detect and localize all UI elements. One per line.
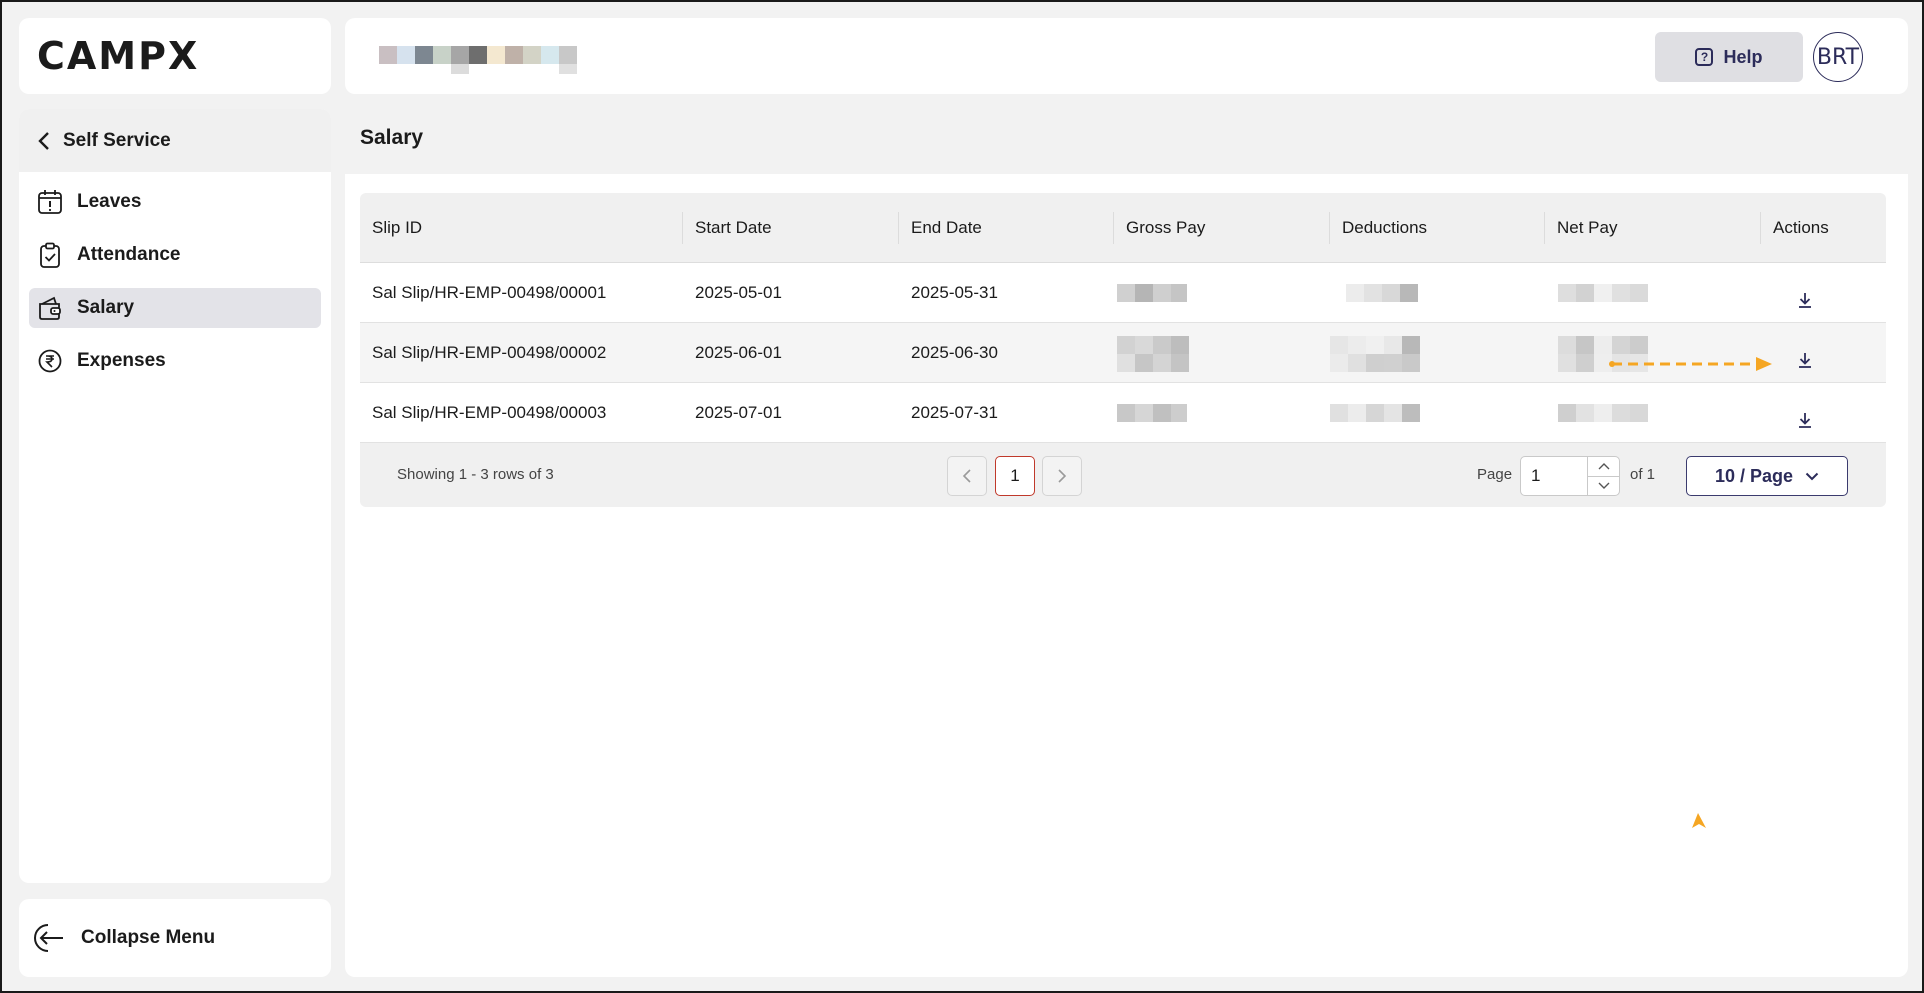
sidebar-item-attendance[interactable]: Attendance [29,235,321,275]
end-date-cell: 2025-06-30 [911,342,998,362]
actions-cell [1761,263,1886,322]
company-logo-blurred [379,46,577,74]
sidebar-item-salary[interactable]: Salary [29,288,321,328]
main-content: Slip ID Start Date End Date Gross Pay De… [345,174,1908,977]
rows-summary: Showing 1 - 3 rows of 3 [397,466,554,483]
salary-table: Slip ID Start Date End Date Gross Pay De… [360,193,1886,507]
sidebar-item-expenses[interactable]: Expenses [29,341,321,381]
actions-cell [1761,383,1886,442]
self-service-label: Self Service [63,129,171,151]
rupee-circle-icon [37,348,63,374]
column-header-slip-id[interactable]: Slip ID [360,211,683,244]
page-number-button[interactable]: 1 [995,456,1035,496]
slip-id-cell: Sal Slip/HR-EMP-00498/00003 [372,402,607,422]
logo-panel: CAMPX [19,18,331,94]
wallet-icon [37,295,63,321]
chevron-right-icon [1058,469,1067,483]
sidebar-nav: Leaves Attendance Salary Expenses [19,172,331,381]
chevron-down-icon [1805,472,1819,480]
stepper-up-button[interactable] [1588,457,1619,477]
deductions-cell-redacted [1330,383,1545,442]
net-pay-cell-redacted [1545,383,1761,442]
end-date-cell: 2025-07-31 [911,402,998,422]
table-header: Slip ID Start Date End Date Gross Pay De… [360,193,1886,263]
column-header-end-date[interactable]: End Date [899,211,1114,244]
sidebar-item-label: Attendance [77,244,181,265]
column-header-actions: Actions [1773,217,1829,237]
question-icon: ? [1695,48,1714,66]
self-service-back-button[interactable]: Self Service [19,109,331,172]
deductions-cell-redacted [1330,323,1545,382]
per-page-label: 10 / Page [1714,465,1794,486]
gross-pay-cell-redacted [1114,323,1330,382]
end-date-cell: 2025-05-31 [911,282,998,302]
collapse-menu-label: Collapse Menu [81,927,216,948]
net-pay-cell-redacted [1545,323,1761,382]
column-header-start-date[interactable]: Start Date [683,211,899,244]
start-date-cell: 2025-05-01 [695,282,782,302]
avatar[interactable]: BRT [1813,32,1863,82]
table-row[interactable]: Sal Slip/HR-EMP-00498/00003 2025-07-01 2… [360,383,1886,443]
download-icon[interactable] [1795,410,1815,430]
download-icon[interactable] [1795,290,1815,310]
page-label: Page [1477,466,1513,483]
chevron-up-icon [1598,463,1609,470]
header: ? Help BRT [345,18,1908,94]
column-header-gross-pay[interactable]: Gross Pay [1114,211,1330,244]
help-label: Help [1723,46,1763,67]
page-input-value: 1 [1531,466,1541,485]
prev-page-button[interactable] [947,456,987,496]
sidebar-item-leaves[interactable]: Leaves [29,182,321,222]
chevron-down-icon [1598,482,1609,489]
collapse-arrow-icon [34,924,63,952]
actions-cell [1761,323,1886,382]
sidebar-item-label: Leaves [77,191,142,212]
page-stepper [1587,457,1619,495]
chevron-left-icon [962,469,971,483]
clipboard-check-icon [37,242,63,268]
column-header-net-pay[interactable]: Net Pay [1545,211,1761,244]
next-page-button[interactable] [1042,456,1082,496]
sidebar: Self Service Leaves Attendance Salary Ex… [19,109,331,883]
sidebar-item-label: Salary [77,297,135,318]
calendar-alert-icon [37,189,63,215]
total-pages-label: of 1 [1630,466,1656,483]
pagination-bar: Showing 1 - 3 rows of 3 1 Page 1 of 1 10… [360,443,1886,507]
slip-id-cell: Sal Slip/HR-EMP-00498/00001 [372,282,607,302]
gross-pay-cell-redacted [1114,383,1330,442]
deductions-cell-redacted [1330,263,1545,322]
chevron-left-icon [38,131,49,150]
gross-pay-cell-redacted [1114,263,1330,322]
slip-id-cell: Sal Slip/HR-EMP-00498/00002 [372,342,607,362]
table-row[interactable]: Sal Slip/HR-EMP-00498/00001 2025-05-01 2… [360,263,1886,323]
campx-logo: CAMPX [37,34,200,78]
download-icon[interactable] [1795,350,1815,370]
table-row[interactable]: Sal Slip/HR-EMP-00498/00002 2025-06-01 2… [360,323,1886,383]
start-date-cell: 2025-06-01 [695,342,782,362]
sidebar-item-label: Expenses [77,350,166,371]
collapse-menu-button[interactable]: Collapse Menu [19,899,331,977]
rows-per-page-select[interactable]: 10 / Page [1686,456,1848,496]
column-header-deductions[interactable]: Deductions [1330,211,1545,244]
net-pay-cell-redacted [1545,263,1761,322]
start-date-cell: 2025-07-01 [695,402,782,422]
help-button[interactable]: ? Help [1655,32,1803,82]
page-title: Salary [360,126,424,149]
page-number-input[interactable]: 1 [1520,456,1620,496]
stepper-down-button[interactable] [1588,477,1619,496]
